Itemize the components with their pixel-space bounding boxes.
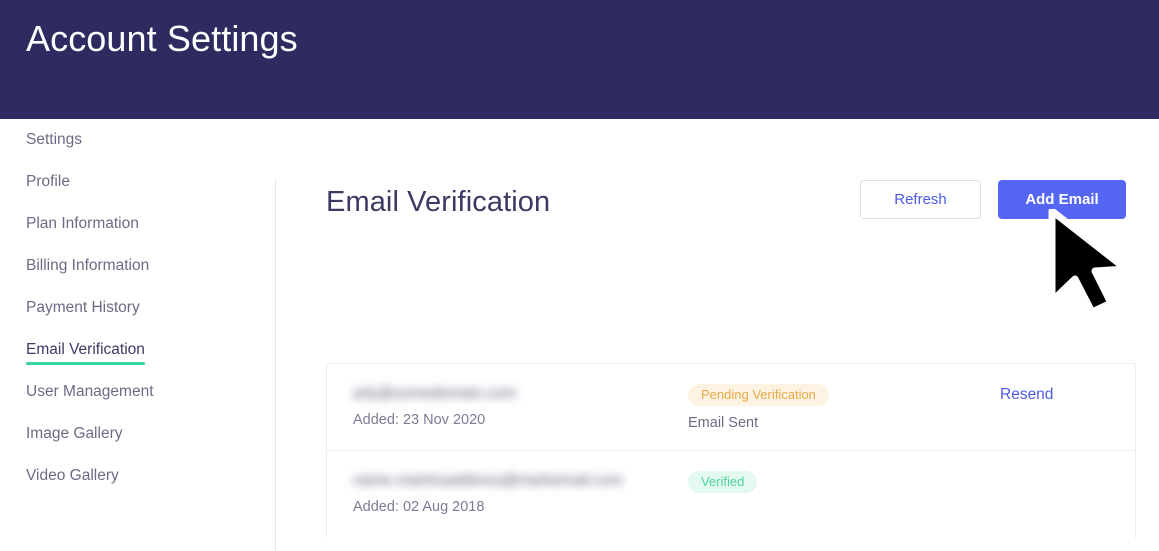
- sidebar-item-profile[interactable]: Profile: [0, 161, 276, 203]
- table-row: name.martinsaddress@markemail.com Added:…: [327, 451, 1135, 538]
- page-header-title: Account Settings: [26, 18, 298, 59]
- header-actions: Refresh Add Email: [860, 180, 1126, 219]
- status-note: Email Sent: [688, 415, 759, 431]
- status-badge: Verified: [688, 471, 758, 493]
- sidebar-item-label: User Management: [26, 383, 154, 400]
- sidebar-item-label: Plan Information: [26, 215, 139, 232]
- sidebar-item-label: Profile: [26, 173, 70, 190]
- sidebar-item-label: Video Gallery: [26, 467, 119, 484]
- resend-link[interactable]: Resend: [1000, 385, 1053, 405]
- sidebar-item-video-gallery[interactable]: Video Gallery: [0, 455, 276, 497]
- email-address-redacted: arly@somedomain.com: [353, 385, 517, 402]
- sidebar-item-label: Payment History: [26, 299, 140, 316]
- table-row: arly@somedomain.com Added: 23 Nov 2020 P…: [327, 364, 1135, 451]
- email-cell: arly@somedomain.com Added: 23 Nov 2020: [353, 384, 688, 430]
- status-badge: Pending Verification: [688, 384, 829, 406]
- page-title: Email Verification: [326, 186, 551, 218]
- sidebar-item-label: Image Gallery: [26, 425, 123, 442]
- refresh-button[interactable]: Refresh: [860, 180, 981, 219]
- email-list-card: arly@somedomain.com Added: 23 Nov 2020 P…: [326, 363, 1136, 538]
- email-added-date: Added: 23 Nov 2020: [353, 412, 486, 428]
- sidebar-item-plan-information[interactable]: Plan Information: [0, 203, 276, 245]
- app-header: Account Settings: [0, 0, 1159, 119]
- sidebar-item-list: Settings Profile Plan Information Billin…: [0, 119, 276, 497]
- status-cell: Verified: [688, 471, 958, 493]
- sidebar-item-image-gallery[interactable]: Image Gallery: [0, 413, 276, 455]
- add-email-button[interactable]: Add Email: [998, 180, 1126, 219]
- email-added-date: Added: 02 Aug 2018: [353, 499, 485, 515]
- main-content: Email Verification Refresh Add Email arl…: [276, 119, 1159, 551]
- sidebar-nav: Settings Profile Plan Information Billin…: [0, 119, 276, 551]
- email-address-redacted: name.martinsaddress@markemail.com: [353, 472, 623, 489]
- sidebar-item-user-management[interactable]: User Management: [0, 371, 276, 413]
- sidebar-item-billing-information[interactable]: Billing Information: [0, 245, 276, 287]
- sidebar-item-label: Billing Information: [26, 257, 150, 274]
- sidebar-item-payment-history[interactable]: Payment History: [0, 287, 276, 329]
- sidebar-item-email-verification[interactable]: Email Verification: [0, 329, 276, 371]
- account-settings-page: Account Settings Settings Profile Plan I…: [0, 0, 1159, 551]
- sidebar-item-label: Settings: [26, 131, 83, 148]
- action-cell: Resend: [958, 384, 1135, 405]
- email-cell: name.martinsaddress@markemail.com Added:…: [353, 471, 688, 517]
- status-cell: Pending Verification Email Sent: [688, 384, 958, 433]
- sidebar-item-settings[interactable]: Settings: [0, 119, 276, 161]
- sidebar-item-label: Email Verification: [26, 329, 145, 371]
